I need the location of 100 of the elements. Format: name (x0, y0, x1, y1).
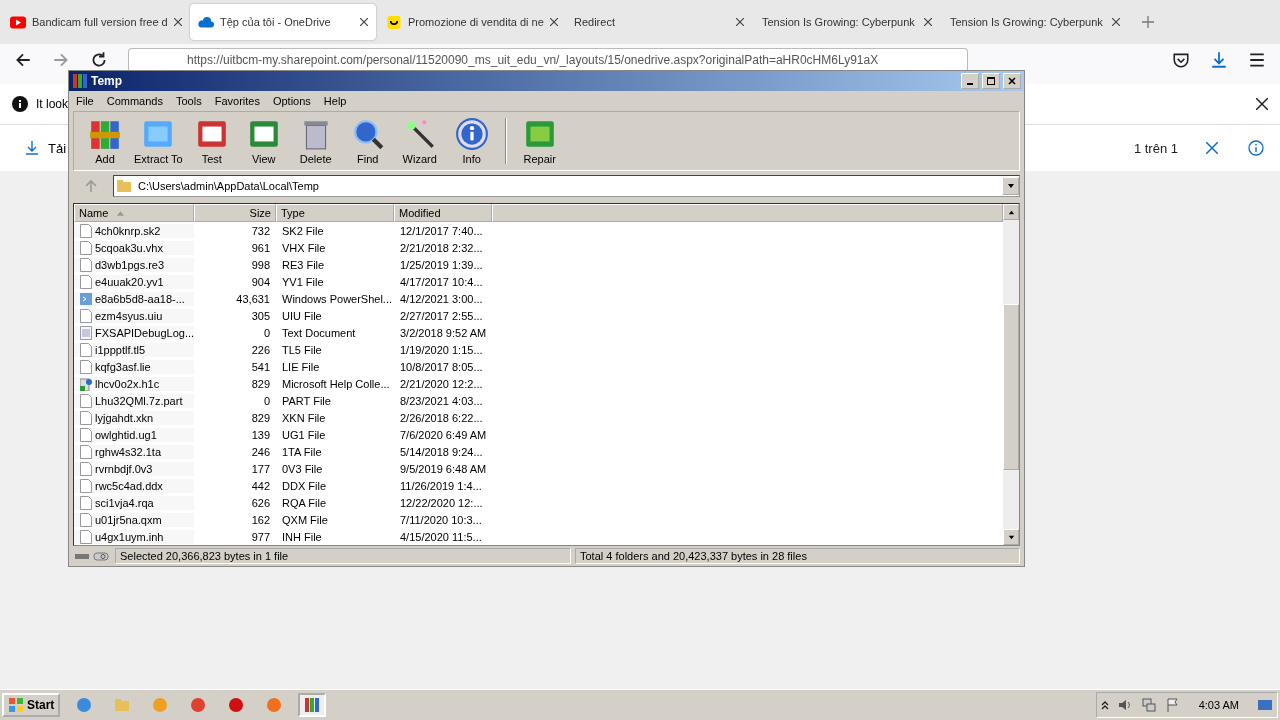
browser-tab[interactable]: Tension Is Growing: Cyberpunk (754, 4, 940, 40)
pocket-icon[interactable] (1172, 51, 1190, 69)
new-tab-icon[interactable] (1142, 16, 1154, 28)
column-header[interactable]: Size (194, 204, 276, 222)
table-cell-text: 7/11/2020 10:3... (399, 513, 483, 526)
show-desktop-icon[interactable] (1257, 697, 1273, 713)
table-cell-text: 904 (250, 275, 271, 288)
browser-tab[interactable]: Tension Is Growing: Cyberpunk (942, 4, 1128, 40)
toolbar-button[interactable]: Extract To (134, 117, 183, 165)
download-label[interactable]: Tải (48, 140, 67, 156)
clock: 4:03 AM (1198, 699, 1239, 711)
toolbar-button[interactable]: Delete (292, 117, 339, 165)
app-icon (152, 697, 169, 713)
start-button[interactable]: Start (2, 693, 61, 717)
table-cell-text: TL5 File (281, 343, 323, 356)
menu-item[interactable]: Tools (176, 95, 202, 107)
close-icon[interactable] (736, 18, 744, 26)
table-cell-text: 0 (262, 394, 271, 407)
close-icon[interactable] (1256, 98, 1268, 110)
close-icon[interactable] (1112, 18, 1120, 26)
column-header[interactable]: Name (74, 204, 194, 222)
download-icon[interactable] (1210, 51, 1228, 69)
browser-tab[interactable]: Redirect (566, 4, 752, 40)
scrollbar[interactable] (1003, 204, 1019, 545)
close-icon[interactable] (173, 18, 182, 26)
table-cell-text: QXM File (281, 513, 329, 526)
close-icon[interactable] (549, 18, 558, 26)
back-icon[interactable] (14, 51, 32, 69)
table-cell-text: 829 (250, 411, 271, 424)
table-cell-text: VHX File (281, 241, 327, 254)
info-icon[interactable] (1248, 140, 1264, 156)
app-icon (304, 697, 321, 713)
column-header[interactable]: Modified (394, 204, 492, 222)
app-icon (190, 697, 207, 713)
minimize-button[interactable] (961, 73, 979, 89)
page-counter: 1 trên 1 (1133, 140, 1178, 156)
flag-icon[interactable] (1164, 697, 1181, 713)
close-icon[interactable] (924, 18, 932, 26)
toolbar-button[interactable]: Repair (516, 117, 563, 165)
taskbar-app[interactable] (298, 693, 327, 717)
reload-icon[interactable] (90, 51, 108, 69)
table-cell-text: 305 (250, 309, 271, 322)
table-cell-text: 626 (250, 496, 271, 509)
table-cell-text: 2/21/2020 12:2... (399, 377, 484, 390)
table-cell-text: 1TA File (281, 445, 323, 458)
network-icon[interactable] (1140, 697, 1157, 713)
table-cell-text: XKN File (281, 411, 327, 424)
windows-logo-icon (8, 697, 24, 713)
app-icon (228, 697, 245, 713)
video-icon (10, 15, 26, 29)
toolbar-button[interactable]: Info (448, 117, 495, 165)
menu-item[interactable]: Help (323, 95, 347, 107)
table-cell-text: 139 (250, 428, 271, 441)
close-icon[interactable] (360, 18, 368, 26)
info-icon (454, 117, 489, 151)
table-cell-text: 0V3 File (281, 462, 324, 475)
table-cell-text: 2/21/2018 2:32... (399, 241, 484, 254)
path-field[interactable]: C:\Users\admin\AppData\Local\Temp (113, 175, 1020, 197)
toolbar-button[interactable]: Add (82, 117, 128, 165)
toolbar-button[interactable]: Find (344, 117, 391, 165)
table-cell-text: 541 (250, 360, 271, 373)
menu-item[interactable]: Options (272, 95, 311, 107)
table-cell-text: RQA File (281, 496, 327, 509)
browser-tab[interactable]: Bandicam full version free d (2, 4, 188, 40)
table-cell-text: 961 (250, 241, 271, 254)
table-cell-text: DDX File (281, 479, 327, 492)
status-text: Total 4 folders and 20,423,337 bytes in 28 files (575, 548, 1020, 564)
table-cell-text: 829 (250, 377, 271, 390)
address-bar[interactable]: https://uitbcm-my.sharepoint.com/personal/11520090_ms_uit_edu_vn/_layouts/15/onedrive.aspx?originalPath=aHR0cHM6Ly91aX (128, 48, 968, 70)
app-icon (266, 697, 283, 713)
chevron-icon[interactable] (1100, 700, 1109, 710)
menu-item[interactable]: Commands (106, 95, 163, 107)
download-icon[interactable] (24, 140, 40, 156)
table-cell-text: 442 (250, 479, 271, 492)
scroll-thumb[interactable] (1003, 304, 1019, 470)
toolbar-button[interactable]: Test (188, 117, 235, 165)
browser-tab[interactable]: Promozione di vendita di ne (378, 4, 564, 40)
window-title: Temp (91, 74, 123, 88)
close-button[interactable] (1003, 73, 1021, 89)
table-cell-text: 7/6/2020 6:49 AM (399, 428, 488, 441)
table-cell-text: LIE File (281, 360, 321, 373)
table-cell-text: 1/25/2019 1:39... (399, 258, 484, 271)
menu-icon[interactable] (1248, 51, 1266, 69)
toolbar-button[interactable]: View (240, 117, 287, 165)
table-cell-text: 12/1/2017 7:40... (399, 224, 484, 237)
smile-icon (386, 15, 402, 29)
column-header[interactable]: Type (276, 204, 394, 222)
table-cell-text: 0 (262, 326, 271, 339)
maximize-button[interactable] (982, 73, 1000, 89)
menu-item[interactable]: Favorites (214, 95, 260, 107)
browser-tab[interactable]: Tệp của tôi - OneDrive (190, 4, 376, 40)
forward-icon[interactable] (52, 51, 70, 69)
table-cell-text: INH File (281, 530, 323, 543)
table-cell-text: 4/17/2017 10:4... (399, 275, 484, 288)
close-icon (1007, 76, 1017, 86)
toolbar-button[interactable]: Wizard (396, 117, 443, 165)
table-cell-text: 12/22/2020 12:... (399, 496, 484, 509)
cloud-icon (198, 15, 214, 29)
speaker-icon[interactable] (1116, 697, 1133, 713)
menu-item[interactable]: File (76, 95, 94, 107)
